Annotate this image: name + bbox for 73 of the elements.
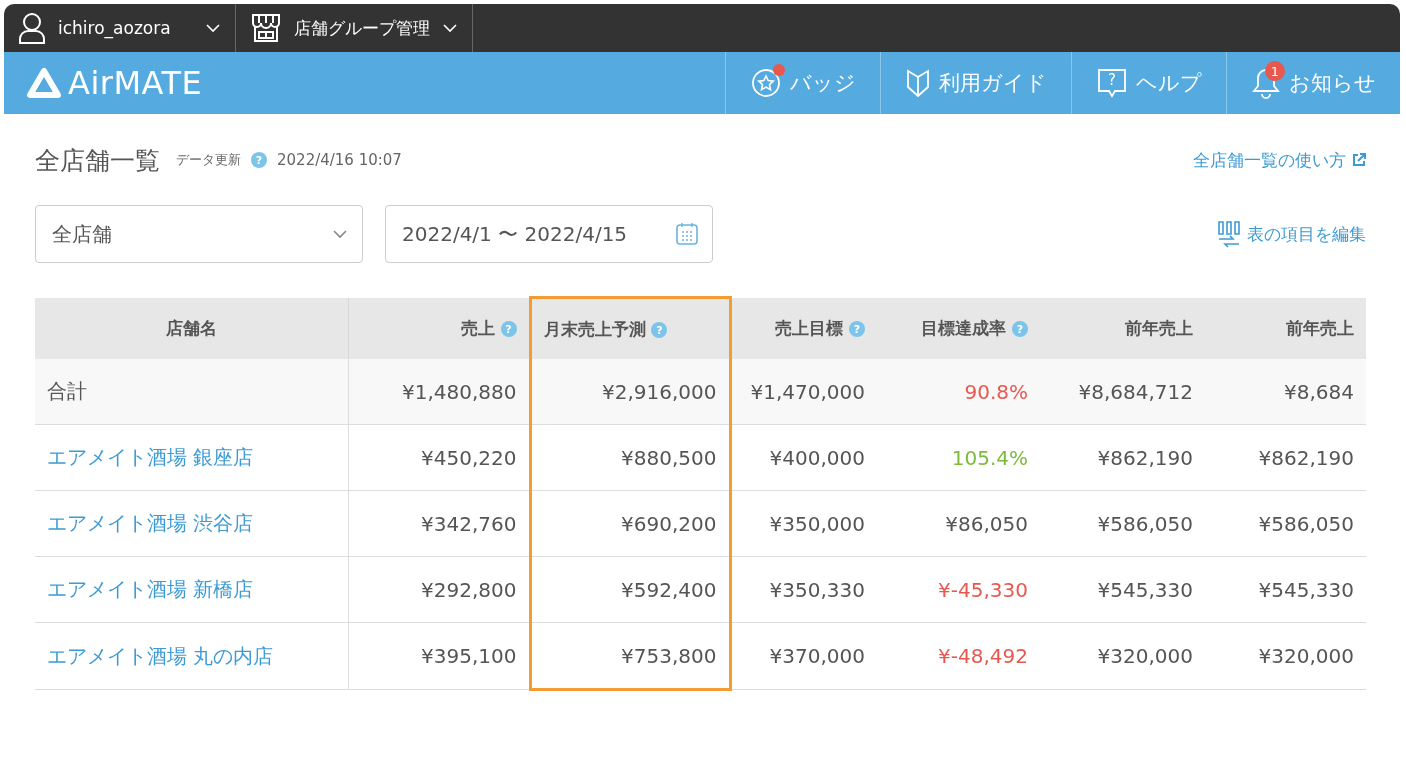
calendar-icon [676,222,698,246]
table-cell: ¥8,684,712 [1078,379,1193,404]
table-cell: ¥342,760 [421,511,517,536]
column-label: 前年売上 [1286,317,1354,338]
column-label: 店舗名 [165,317,217,338]
help-icon[interactable]: ? [1012,321,1028,338]
date-range-field[interactable]: 2022/4/1 〜 2022/4/15 [385,205,713,263]
table-cell: ¥400,000 [769,445,865,470]
table-cell: ¥8,684 [1284,379,1354,404]
table-cell: ¥690,200 [621,511,717,536]
edit-columns-link[interactable]: 表の項目を編集 [1217,220,1366,248]
chevron-down-icon [441,23,458,33]
table-cell: ¥862,190 [1097,445,1193,470]
update-label: データ更新 [176,151,241,169]
table-cell: ¥395,100 [421,644,517,668]
update-time: 2022/4/16 10:07 [277,151,402,169]
star-medal-icon [750,67,782,99]
nav-item[interactable]: 1 お知らせ [1226,52,1400,114]
table-cell: ¥320,000 [1097,644,1193,668]
help-link[interactable]: 全店舗一覧の使い方 [1193,148,1366,172]
table-cell: ¥-48,492 [938,644,1028,668]
table-cell: ¥350,330 [769,577,865,602]
help-icon[interactable]: ? [500,321,517,338]
table-cell: ¥753,800 [621,643,717,668]
bell-icon [1251,67,1281,99]
nav-item[interactable]: 利用ガイド [880,52,1071,114]
column-label: 売上 [460,317,495,338]
table-cell: 90.8% [964,379,1028,404]
chevron-down-icon [332,229,348,239]
table-cell: ¥292,800 [421,577,517,602]
logo-icon [26,67,62,99]
column-label: 前年売上 [1125,317,1193,338]
nav-item[interactable]: ? ヘルプ [1071,52,1226,114]
store-link[interactable]: エアメイト酒場 丸の内店 [47,643,274,668]
column-label: 売上目標 [775,317,844,338]
column-label: 目標達成率 [921,317,1007,338]
table-cell: 合計 [47,379,87,403]
columns-arrows-icon [1217,220,1241,248]
help-bubble-icon: ? [1096,67,1128,99]
table-cell: ¥592,400 [621,577,717,602]
page-title: 全店舗一覧 [35,144,160,177]
table-cell: ¥2,916,000 [602,379,717,404]
table-cell: ¥350,000 [769,511,865,536]
help-icon[interactable]: ? [651,322,668,338]
table-cell: ¥-45,330 [938,577,1028,602]
person-icon [18,12,46,44]
table-cell: ¥86,050 [945,511,1028,536]
table-cell: ¥862,190 [1258,445,1354,470]
table-cell: ¥320,000 [1258,644,1354,668]
help-icon[interactable]: ? [251,152,267,168]
column-label: 月末売上予測 [543,318,646,339]
help-icon[interactable]: ? [849,321,865,338]
table-cell: ¥545,330 [1258,577,1354,602]
table-cell: ¥1,480,880 [402,379,517,404]
table-cell: ¥1,470,000 [750,379,865,404]
logo-text: AirMATE [68,64,203,102]
table-cell: ¥545,330 [1097,577,1193,602]
chevron-down-icon [204,23,221,33]
table-cell: ¥450,220 [421,445,517,470]
store-link[interactable]: エアメイト酒場 新橋店 [47,577,254,601]
table-cell: 105.4% [951,445,1028,470]
table-cell: ¥370,000 [769,644,865,668]
external-link-icon [1352,153,1366,167]
count-badge: 1 [1265,61,1285,81]
shield-book-icon [905,67,931,99]
nav-item[interactable]: バッジ [725,52,880,114]
store-link[interactable]: エアメイト酒場 銀座店 [47,445,254,469]
storefront-icon [249,13,282,43]
table-cell: ¥586,050 [1258,511,1354,536]
table-cell: ¥880,500 [621,445,717,470]
store-link[interactable]: エアメイト酒場 渋谷店 [47,511,254,535]
store-select[interactable]: 全店舗 [35,205,363,263]
table-cell: ¥586,050 [1097,511,1193,536]
